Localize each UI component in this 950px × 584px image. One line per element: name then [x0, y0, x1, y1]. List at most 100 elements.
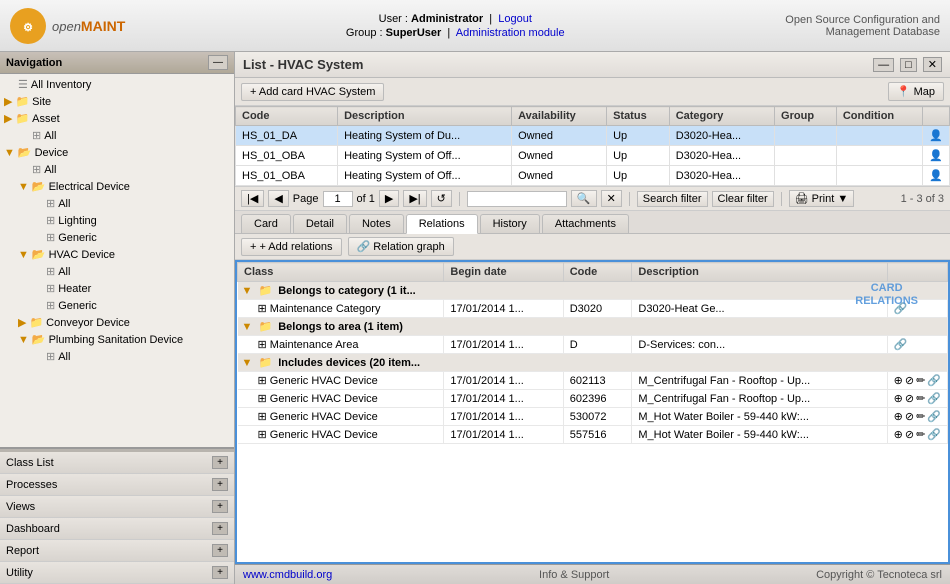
sidebar-item-site[interactable]: ▶ 📁 Site	[0, 93, 234, 110]
sidebar-item-elec-all[interactable]: ⊞ All	[0, 195, 234, 212]
search-button[interactable]: 🔍	[571, 190, 597, 207]
sidebar-item-device[interactable]: ▼ 📂 Device	[0, 144, 234, 161]
window-close-icon[interactable]: ✕	[923, 57, 942, 72]
sidebar-item-hvac-all[interactable]: ⊞ All	[0, 263, 234, 280]
sidebar-item-plumb-all[interactable]: ⊞ All	[0, 348, 234, 365]
action-icon-1[interactable]: ⊕	[894, 392, 903, 405]
window-maximize-icon[interactable]: □	[900, 58, 917, 72]
last-page-button[interactable]: ▶|	[403, 190, 426, 207]
tab-relations[interactable]: Relations	[406, 214, 478, 234]
search-filter-button[interactable]: Search filter	[637, 191, 708, 207]
cell-desc: Heating System of Off...	[338, 146, 512, 166]
sidebar-item-device-all[interactable]: ⊞ All	[0, 161, 234, 178]
admin-module-link[interactable]: Administration module	[456, 27, 565, 39]
rel-code: 557516	[563, 426, 632, 444]
logout-link[interactable]: Logout	[498, 13, 532, 25]
relation-item-row[interactable]: ⊞ Generic HVAC Device 17/01/2014 1... 55…	[238, 426, 948, 444]
add-relations-button[interactable]: + + Add relations	[241, 238, 342, 256]
action-icon-2[interactable]: ⊘	[905, 392, 914, 405]
action-icon-1[interactable]: ⊕	[894, 428, 903, 441]
clear-search-button[interactable]: ✕	[601, 190, 622, 207]
action-icon-3[interactable]: ✏	[916, 428, 925, 441]
sidebar-bottom-dashboard[interactable]: Dashboard +	[0, 518, 234, 540]
tab-notes[interactable]: Notes	[349, 214, 404, 233]
sidebar-item-conveyor[interactable]: ▶ 📁 Conveyor Device	[0, 314, 234, 331]
user-label: User :	[379, 13, 408, 25]
sidebar-item-plumbing[interactable]: ▼ 📂 Plumbing Sanitation Device	[0, 331, 234, 348]
page-number-input[interactable]	[323, 191, 353, 207]
add-relations-label: + Add relations	[259, 241, 332, 253]
next-page-button[interactable]: ▶	[379, 190, 399, 207]
action-icon-2[interactable]: ⊘	[905, 374, 914, 387]
sidebar-bottom-report[interactable]: Report +	[0, 540, 234, 562]
cell-code: HS_01_DA	[236, 126, 338, 146]
group-expand-icon: ▼	[242, 285, 253, 297]
refresh-button[interactable]: ↺	[431, 190, 452, 207]
prev-page-button[interactable]: ◀	[268, 190, 288, 207]
relation-group-row[interactable]: ▼ 📁 Includes devices (20 item...	[238, 354, 948, 372]
action-icon-2[interactable]: ⊘	[905, 428, 914, 441]
grid-icon: ⊞	[32, 163, 41, 176]
sidebar-bottom-views[interactable]: Views +	[0, 496, 234, 518]
cell-row-icon: 👤	[923, 146, 950, 166]
data-table-wrapper: Code Description Availability Status Cat…	[235, 106, 950, 186]
map-button[interactable]: 📍 Map	[888, 82, 944, 101]
window-minimize-icon[interactable]: —	[873, 58, 894, 72]
utility-expand-button[interactable]: +	[212, 566, 228, 579]
col-category: Category	[669, 107, 774, 126]
sidebar-item-hvac-device[interactable]: ▼ 📂 HVAC Device	[0, 246, 234, 263]
relation-item-row[interactable]: ⊞ Maintenance Category 17/01/2014 1... D…	[238, 300, 948, 318]
relation-graph-label: Relation graph	[373, 241, 445, 253]
sidebar-bottom-class-list[interactable]: Class List +	[0, 452, 234, 474]
dashboard-expand-button[interactable]: +	[212, 522, 228, 535]
action-icon-1[interactable]: ⊕	[894, 410, 903, 423]
sidebar-item-heater[interactable]: ⊞ Heater	[0, 280, 234, 297]
folder-icon: ▼	[18, 334, 29, 346]
sidebar-item-lighting[interactable]: ⊞ Lighting	[0, 212, 234, 229]
sidebar-collapse-button[interactable]: —	[208, 55, 228, 70]
folder-icon: 📁	[258, 357, 272, 369]
relation-group-row[interactable]: ▼ 📁 Belongs to area (1 item)	[238, 318, 948, 336]
views-expand-button[interactable]: +	[212, 500, 228, 513]
site-link[interactable]: www.cmdbuild.org	[243, 569, 332, 581]
clear-filter-button[interactable]: Clear filter	[712, 191, 774, 207]
action-icon-3[interactable]: ✏	[916, 410, 925, 423]
sidebar-item-all-inventory[interactable]: ☰ All Inventory	[0, 76, 234, 93]
plus-icon: +	[250, 241, 256, 253]
sidebar-item-electrical-device[interactable]: ▼ 📂 Electrical Device	[0, 178, 234, 195]
sidebar-item-asset[interactable]: ▶ 📁 Asset	[0, 110, 234, 127]
first-page-button[interactable]: |◀	[241, 190, 264, 207]
table-row[interactable]: HS_01_DA Heating System of Du... Owned U…	[236, 126, 950, 146]
tab-detail[interactable]: Detail	[293, 214, 347, 233]
relation-item-row[interactable]: ⊞ Generic HVAC Device 17/01/2014 1... 60…	[238, 372, 948, 390]
row-actions-icon: 👤	[929, 150, 943, 162]
sidebar-bottom-processes[interactable]: Processes +	[0, 474, 234, 496]
sidebar-item-elec-generic[interactable]: ⊞ Generic	[0, 229, 234, 246]
report-expand-button[interactable]: +	[212, 544, 228, 557]
search-input[interactable]	[467, 191, 567, 207]
action-icon-3[interactable]: ✏	[916, 374, 925, 387]
table-row[interactable]: HS_01_OBA Heating System of Off... Owned…	[236, 166, 950, 186]
dashboard-label: Dashboard	[6, 523, 60, 535]
print-button[interactable]: 🖨 Print ▼	[789, 190, 855, 207]
folder-open-icon: 📂	[32, 180, 46, 193]
sidebar-bottom-utility[interactable]: Utility +	[0, 562, 234, 584]
add-card-button[interactable]: + Add card HVAC System	[241, 83, 384, 101]
relation-item-row[interactable]: ⊞ Generic HVAC Device 17/01/2014 1... 53…	[238, 408, 948, 426]
relation-item-row[interactable]: ⊞ Maintenance Area 17/01/2014 1... D D-S…	[238, 336, 948, 354]
relation-item-row[interactable]: ⊞ Generic HVAC Device 17/01/2014 1... 60…	[238, 390, 948, 408]
tab-card[interactable]: Card	[241, 214, 291, 233]
class-list-expand-button[interactable]: +	[212, 456, 228, 469]
processes-expand-button[interactable]: +	[212, 478, 228, 491]
tab-attachments[interactable]: Attachments	[542, 214, 629, 233]
action-icon-3[interactable]: ✏	[916, 392, 925, 405]
action-icon-2[interactable]: ⊘	[905, 410, 914, 423]
table-row[interactable]: HS_01_OBA Heating System of Off... Owned…	[236, 146, 950, 166]
relation-graph-button[interactable]: 🔗 Relation graph	[348, 237, 454, 256]
sidebar-nav[interactable]: ☰ All Inventory ▶ 📁 Site ▶ 📁 Asset ⊞ All…	[0, 74, 234, 447]
sidebar-item-hvac-generic[interactable]: ⊞ Generic	[0, 297, 234, 314]
action-icon-1[interactable]: ⊕	[894, 374, 903, 387]
tab-history[interactable]: History	[480, 214, 540, 233]
relation-group-row[interactable]: ▼ 📁 Belongs to category (1 it...	[238, 282, 948, 300]
sidebar-item-asset-all[interactable]: ⊞ All	[0, 127, 234, 144]
